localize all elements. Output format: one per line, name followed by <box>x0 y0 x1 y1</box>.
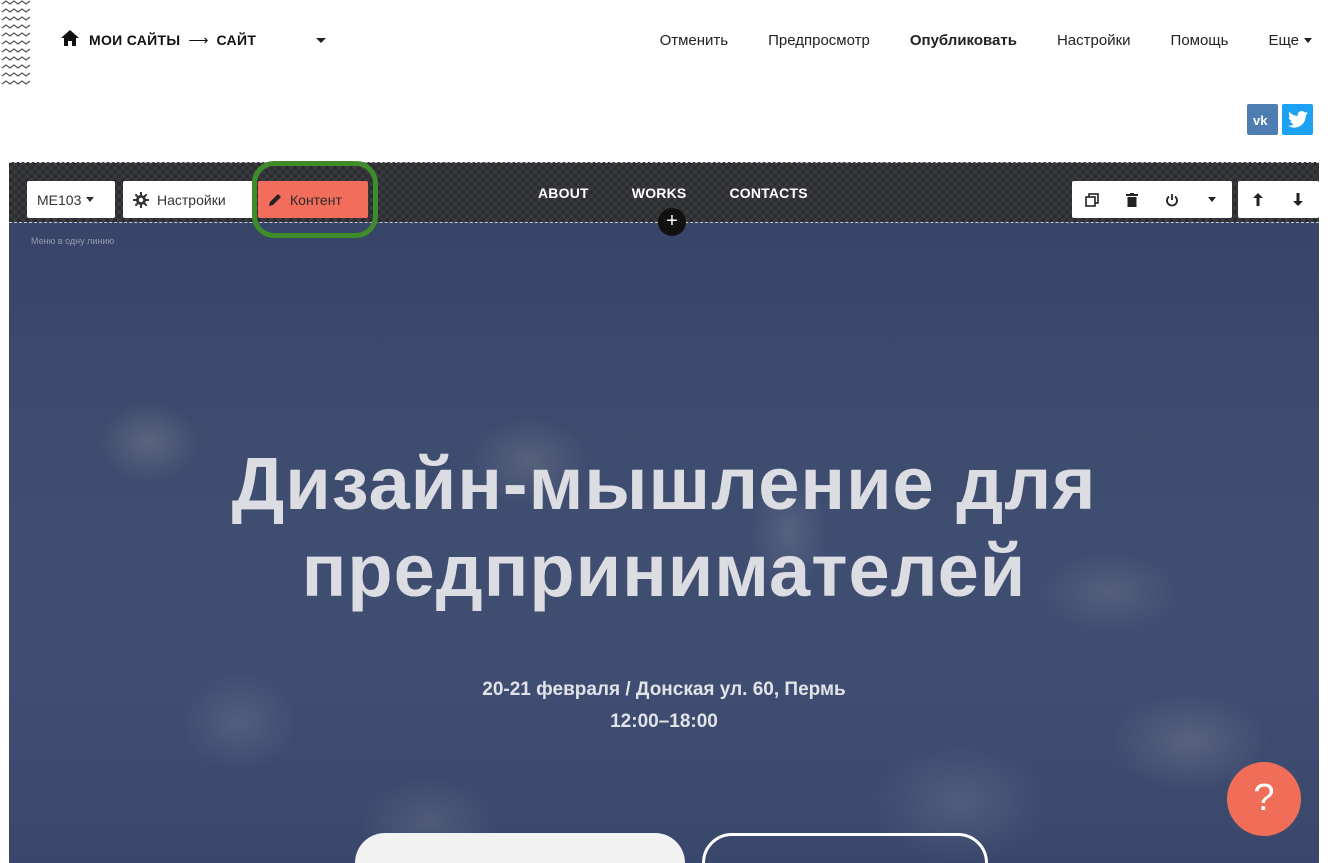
gear-icon <box>133 191 149 208</box>
chevron-down-icon <box>86 197 95 202</box>
menu-item-works[interactable]: WORKS <box>632 185 687 201</box>
home-icon[interactable] <box>61 29 79 51</box>
duplicate-icon <box>1085 192 1099 207</box>
editor-topbar: МОИ САЙТЫ ⟶ САЙТ Отменить Предпросмотр О… <box>30 0 1328 80</box>
breadcrumb: МОИ САЙТЫ ⟶ САЙТ <box>61 29 327 51</box>
block-settings-label: Настройки <box>157 191 226 208</box>
block-top-border <box>9 162 1319 163</box>
help-chat-button[interactable]: ? <box>1227 762 1301 836</box>
add-block-button[interactable]: + <box>658 208 686 236</box>
vk-icon[interactable]: vk <box>1247 104 1278 135</box>
breadcrumb-current-site[interactable]: САЙТ <box>216 32 256 48</box>
menu-item-about[interactable]: ABOUT <box>538 185 589 201</box>
social-links: vk <box>1247 104 1313 135</box>
breadcrumb-my-sites[interactable]: МОИ САЙТЫ <box>89 32 180 48</box>
more-caret-icon <box>1304 38 1312 44</box>
publish-link[interactable]: Опубликовать <box>910 32 1017 49</box>
block-actions-group <box>1072 181 1232 218</box>
toggle-visibility-button[interactable] <box>1152 181 1192 218</box>
site-menu: ABOUT WORKS CONTACTS <box>538 185 808 201</box>
breadcrumb-separator: ⟶ <box>188 31 209 48</box>
more-menu[interactable]: Еще <box>1268 32 1312 49</box>
settings-link[interactable]: Настройки <box>1057 32 1131 49</box>
move-up-button[interactable] <box>1238 181 1278 218</box>
block-more-dropdown[interactable] <box>1192 181 1232 218</box>
headline-line-2: предпринимателей <box>301 529 1027 612</box>
chevron-down-icon <box>1208 197 1216 202</box>
arrow-up-icon <box>1253 193 1263 206</box>
zigzag-pattern <box>0 0 30 88</box>
editor-actions: Отменить Предпросмотр Опубликовать Настр… <box>660 0 1328 80</box>
svg-text:vk: vk <box>1253 113 1268 127</box>
menu-item-contacts[interactable]: CONTACTS <box>729 185 807 201</box>
event-time: 12:00–18:00 <box>610 711 718 732</box>
arrow-down-icon <box>1293 193 1303 206</box>
primary-cta-button[interactable] <box>355 833 685 863</box>
highlight-ring <box>252 161 378 238</box>
block-type-note: Меню в одну линию <box>31 236 115 246</box>
power-icon <box>1166 193 1178 206</box>
trash-icon <box>1126 192 1138 207</box>
move-down-button[interactable] <box>1278 181 1318 218</box>
help-link[interactable]: Помощь <box>1171 32 1229 49</box>
duplicate-button[interactable] <box>1072 181 1112 218</box>
hero-headline[interactable]: Дизайн-мышление для предпринимателей <box>0 440 1328 614</box>
secondary-cta-button[interactable] <box>702 833 988 863</box>
twitter-icon[interactable] <box>1282 104 1313 135</box>
more-label: Еще <box>1268 31 1299 49</box>
headline-line-1: Дизайн-мышление для <box>231 442 1097 525</box>
site-dropdown-caret-icon[interactable] <box>316 37 327 43</box>
cancel-link[interactable]: Отменить <box>660 32 729 49</box>
block-settings-button[interactable]: Настройки <box>123 181 254 218</box>
block-code-dropdown[interactable]: ME103 <box>27 181 115 218</box>
block-code-label: ME103 <box>37 191 82 208</box>
preview-link[interactable]: Предпросмотр <box>768 32 870 49</box>
event-date-location: 20-21 февраля / Донская ул. 60, Пермь <box>482 679 846 700</box>
event-details[interactable]: 20-21 февраля / Донская ул. 60, Пермь 12… <box>0 674 1328 738</box>
block-move-group <box>1238 181 1319 218</box>
delete-button[interactable] <box>1112 181 1152 218</box>
